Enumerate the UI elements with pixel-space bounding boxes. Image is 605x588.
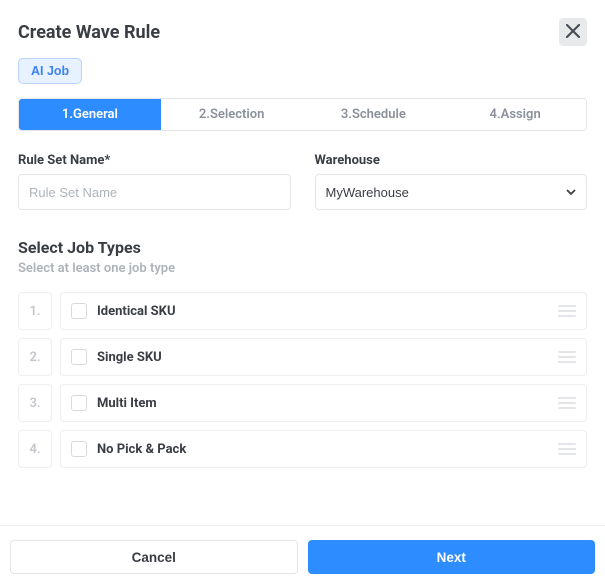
tab-general[interactable]: 1.General (19, 99, 161, 130)
tab-selection[interactable]: 2.Selection (161, 99, 303, 130)
next-button[interactable]: Next (308, 540, 596, 574)
rule-set-col: Rule Set Name* (18, 153, 291, 210)
close-icon (566, 24, 580, 41)
job-types-subtitle: Select at least one job type (18, 261, 587, 276)
cancel-button[interactable]: Cancel (10, 540, 298, 574)
warehouse-col: Warehouse (315, 153, 588, 210)
job-label: Multi Item (97, 396, 157, 411)
warehouse-select[interactable] (315, 174, 588, 210)
rule-set-label: Rule Set Name* (18, 153, 291, 168)
ai-job-button[interactable]: AI Job (18, 58, 82, 84)
job-label: No Pick & Pack (97, 442, 186, 457)
job-row: 3. Multi Item (18, 384, 587, 422)
job-number: 2. (18, 338, 52, 376)
step-tabs: 1.General 2.Selection 3.Schedule 4.Assig… (18, 98, 587, 131)
modal-footer: Cancel Next (0, 525, 605, 588)
checkbox[interactable] (71, 303, 87, 319)
drag-handle-icon[interactable] (558, 347, 576, 367)
job-item-no-pick-pack[interactable]: No Pick & Pack (60, 430, 587, 468)
job-number: 3. (18, 384, 52, 422)
drag-handle-icon[interactable] (558, 301, 576, 321)
tab-assign[interactable]: 4.Assign (444, 99, 586, 130)
form-row: Rule Set Name* Warehouse (18, 153, 587, 210)
job-item-multi-item[interactable]: Multi Item (60, 384, 587, 422)
checkbox[interactable] (71, 395, 87, 411)
close-button[interactable] (559, 18, 587, 46)
drag-handle-icon[interactable] (558, 393, 576, 413)
job-types-list: 1. Identical SKU 2. Single SKU 3. Multi … (18, 292, 587, 468)
job-item-identical-sku[interactable]: Identical SKU (60, 292, 587, 330)
job-number: 1. (18, 292, 52, 330)
checkbox[interactable] (71, 349, 87, 365)
job-item-single-sku[interactable]: Single SKU (60, 338, 587, 376)
checkbox[interactable] (71, 441, 87, 457)
job-row: 4. No Pick & Pack (18, 430, 587, 468)
job-row: 2. Single SKU (18, 338, 587, 376)
job-label: Identical SKU (97, 304, 176, 319)
modal-title: Create Wave Rule (18, 22, 160, 43)
drag-handle-icon[interactable] (558, 439, 576, 459)
job-types-title: Select Job Types (18, 238, 587, 257)
tab-schedule[interactable]: 3.Schedule (303, 99, 445, 130)
job-row: 1. Identical SKU (18, 292, 587, 330)
modal-header: Create Wave Rule (18, 18, 587, 46)
job-label: Single SKU (97, 350, 162, 365)
warehouse-value[interactable] (315, 174, 588, 210)
rule-set-input[interactable] (18, 174, 291, 210)
job-number: 4. (18, 430, 52, 468)
warehouse-label: Warehouse (315, 153, 588, 168)
create-wave-rule-modal: Create Wave Rule AI Job 1.General 2.Sele… (0, 0, 605, 468)
